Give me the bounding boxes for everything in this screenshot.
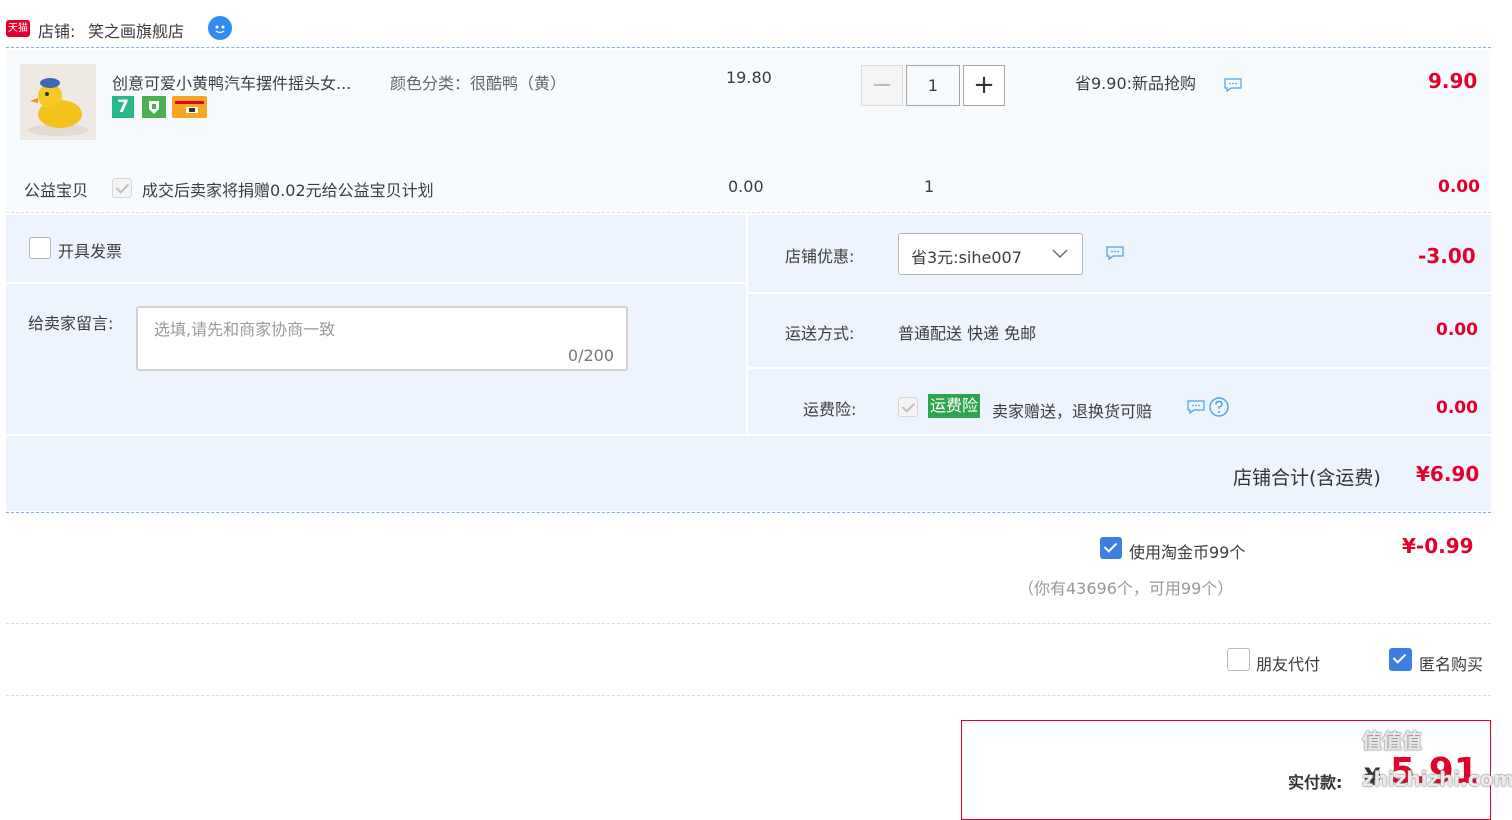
shop-discount-amount: -3.00	[1418, 244, 1476, 268]
quantity-minus-button[interactable]: −	[861, 65, 903, 106]
insurance-label: 运费险:	[803, 400, 857, 419]
payment-label: 实付款:	[1288, 773, 1343, 792]
friend-pay-checkbox[interactable]	[1227, 648, 1250, 671]
tmall-logo-icon: 天猫	[6, 20, 30, 37]
shop-discount-select[interactable]: 省3元:sihe007	[898, 233, 1083, 275]
panel-right-border-1	[748, 292, 1491, 294]
charity-label: 公益宝贝	[24, 181, 89, 200]
shop-discount-selected: 省3元:sihe007	[911, 248, 1022, 267]
coins-divider	[6, 623, 1491, 624]
invoice-checkbox[interactable]	[29, 237, 51, 259]
shop-total-amount: ¥6.90	[1416, 462, 1480, 486]
discount-chat-icon[interactable]	[1106, 246, 1124, 260]
message-label: 给卖家留言:	[28, 314, 114, 333]
item-title[interactable]: 创意可爱小黄鸭汽车摆件摇头女...	[112, 70, 351, 94]
item-sku: 颜色分类：很酷鸭（黄）	[390, 74, 567, 93]
quantity-plus-button[interactable]: +	[963, 65, 1005, 106]
coins-note: （你有43696个，可用99个）	[1018, 579, 1234, 598]
shop-name[interactable]: 笑之画旗舰店	[88, 18, 184, 42]
insurance-amount: 0.00	[1436, 398, 1478, 418]
guarantee-shield-icon	[142, 96, 166, 118]
item-subtotal: 9.90	[1428, 69, 1478, 93]
shipping-value: 普通配送 快递 免邮	[898, 324, 1037, 343]
panel-total-border	[6, 434, 1491, 436]
charity-price: 0.00	[728, 177, 764, 196]
message-textarea[interactable]: 选填,请先和商家协商一致 0/200	[136, 306, 628, 371]
panel-right-border-2	[748, 367, 1491, 369]
shop-label: 店铺:	[38, 22, 76, 41]
help-question-icon[interactable]	[1208, 396, 1230, 418]
options-divider	[6, 695, 1491, 696]
coins-checkbox[interactable]	[1100, 537, 1122, 559]
shop-discount-label: 店铺优惠:	[785, 247, 855, 266]
panel-left-inner-border	[6, 282, 746, 284]
insurance-checkbox	[898, 397, 918, 417]
insurance-text: 卖家赠送，退换货可赔	[992, 402, 1153, 421]
charity-checkbox	[112, 178, 132, 198]
anonymous-checkbox[interactable]	[1389, 648, 1412, 671]
panel-bottom-divider	[6, 512, 1491, 513]
shipping-amount: 0.00	[1436, 320, 1478, 340]
item-divider	[6, 212, 1491, 213]
insurance-chat-icon[interactable]	[1187, 400, 1205, 414]
shop-header: 天猫 店铺: 笑之画旗舰店	[0, 0, 1512, 48]
wangwang-chat-icon[interactable]	[208, 16, 232, 40]
shop-total-label: 店铺合计(含运费)	[1233, 467, 1381, 489]
item-unit-price: 19.80	[726, 68, 772, 87]
charity-quantity: 1	[924, 177, 935, 196]
chevron-down-icon	[1052, 249, 1068, 258]
charity-text: 成交后卖家将捐赠0.02元给公益宝贝计划	[142, 181, 434, 200]
item-thumbnail[interactable]	[20, 64, 96, 140]
promo-chat-icon[interactable]	[1224, 78, 1242, 92]
message-counter: 0/200	[567, 346, 614, 365]
quantity-input[interactable]: 1	[906, 65, 960, 106]
invoice-label[interactable]: 开具发票	[58, 238, 122, 262]
seven-day-return-icon: 7	[112, 96, 134, 118]
credit-card-icon	[172, 96, 207, 118]
charity-subtotal: 0.00	[1438, 177, 1480, 197]
watermark: 值值值 zhizhizhi.com	[1362, 729, 1512, 791]
insurance-badge: 运费险	[928, 394, 981, 418]
panel-vertical-border	[746, 215, 748, 435]
shop-divider	[6, 47, 1491, 48]
friend-pay-label[interactable]: 朋友代付	[1256, 651, 1320, 675]
coins-label[interactable]: 使用淘金币99个	[1129, 539, 1245, 563]
anonymous-label[interactable]: 匿名购买	[1419, 651, 1483, 675]
coins-amount: ¥-0.99	[1402, 534, 1474, 558]
item-promo: 省9.90:新品抢购	[1075, 74, 1197, 93]
message-placeholder: 选填,请先和商家协商一致	[154, 320, 336, 339]
shipping-label: 运送方式:	[785, 324, 855, 343]
